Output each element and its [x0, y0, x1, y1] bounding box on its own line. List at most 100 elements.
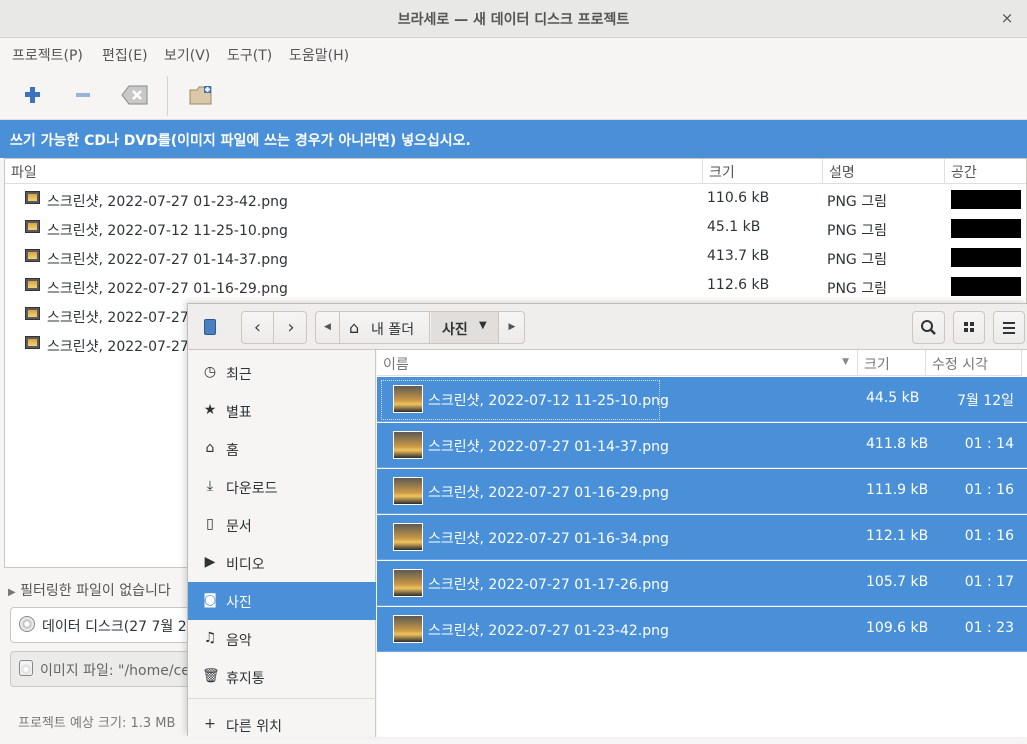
sidebar-item-pictures[interactable]: ◙ 사진	[188, 582, 376, 620]
video-icon: ▶	[204, 554, 216, 570]
menu-project[interactable]: 프로젝트(P)	[12, 45, 83, 65]
disc-selector[interactable]: 데이터 디스크(27 7월 2	[10, 607, 200, 643]
chevron-down-icon: ▼	[479, 320, 487, 331]
filter-label: 필터링한 파일이 없습니다	[20, 583, 171, 599]
title-bar[interactable]: 브라세로 — 새 데이터 디스크 프로젝트 ×	[0, 0, 1027, 38]
image-thumbnail	[393, 615, 423, 643]
home-icon: ⌂	[205, 440, 215, 456]
path-scroll-left-button[interactable]: ◀	[316, 312, 340, 343]
clear-project-button[interactable]	[118, 81, 148, 109]
image-file-label: 이미지 파일: "/home/ce	[40, 663, 190, 679]
estimated-size: 프로젝트 예상 크기: 1.3 MB	[18, 716, 176, 731]
new-folder-button[interactable]	[186, 81, 216, 109]
column-space[interactable]: 공간	[945, 159, 1026, 184]
chooser-file-list[interactable]: 이름 ▼ 크기 수정 시각 스크린샷, 2022-07-12 11-25-10.…	[377, 350, 1027, 737]
sidebar-item-videos[interactable]: ▶ 비디오	[188, 544, 376, 582]
sort-down-icon: ▼	[842, 357, 849, 367]
sidebar-item-starred[interactable]: ★ 별표	[188, 392, 376, 430]
file-chooser-dialog: ‹ › ◀ ⌂ 내 폴더 사진 ▼ ▶ ◷ 최근 ★ 별표 ⌂ 홈 ⤓ 다운로드…	[187, 303, 1027, 737]
plus-icon: +	[204, 716, 216, 732]
image-file-selector[interactable]: 이미지 파일: "/home/ce	[10, 651, 200, 687]
search-button[interactable]	[912, 311, 945, 344]
folder-icon	[189, 86, 212, 105]
table-row[interactable]: 스크린샷, 2022-07-12 11-25-10.png 45.1 kB PN…	[5, 215, 1026, 244]
places-sidebar: ◷ 최근 ★ 별표 ⌂ 홈 ⤓ 다운로드 ▯ 문서 ▶ 비디오 ◙ 사진 ♫ 음…	[188, 350, 376, 737]
download-icon: ⤓	[206, 478, 214, 494]
toolbar	[0, 70, 1027, 120]
list-item[interactable]: 스크린샷, 2022-07-27 01-23-42.png 109.6 kB 0…	[377, 607, 1027, 652]
sidebar-item-trash[interactable]: 🗑 휴지통	[188, 658, 376, 696]
path-bar: ◀ ⌂ 내 폴더 사진 ▼ ▶	[315, 311, 525, 344]
image-thumbnail	[393, 477, 423, 505]
window-title: 브라세로 — 새 데이터 디스크 프로젝트	[397, 12, 630, 28]
drive-icon	[204, 319, 216, 335]
table-row[interactable]: 스크린샷, 2022-07-27 01-23-42.png 110.6 kB P…	[5, 186, 1026, 215]
plus-icon	[25, 87, 40, 103]
menu-help[interactable]: 도움말(H)	[289, 45, 349, 65]
filter-expander[interactable]: ▶ 필터링한 파일이 없습니다	[8, 580, 171, 600]
space-bar	[951, 248, 1021, 267]
column-modified[interactable]: 수정 시각	[926, 350, 1022, 376]
star-icon: ★	[203, 402, 217, 418]
menu-edit[interactable]: 편집(E)	[102, 45, 148, 65]
sidebar-item-home[interactable]: ⌂ 홈	[188, 430, 376, 468]
remove-files-button[interactable]	[68, 81, 98, 109]
column-size[interactable]: 크기	[703, 159, 823, 184]
menu-button[interactable]	[993, 311, 1025, 344]
brasero-window: 브라세로 — 새 데이터 디스크 프로젝트 × 프로젝트(P) 편집(E) 보기…	[0, 0, 1027, 737]
document-icon: ▯	[206, 516, 214, 532]
image-thumbnail	[393, 569, 423, 597]
menu-tools[interactable]: 도구(T)	[227, 45, 272, 65]
space-bar	[951, 190, 1021, 209]
image-file-icon	[25, 307, 40, 320]
recent-icon: ◷	[203, 364, 217, 380]
image-file-small-icon	[19, 660, 33, 676]
search-icon	[921, 320, 936, 335]
sidebar-item-downloads[interactable]: ⤓ 다운로드	[188, 468, 376, 506]
image-file-icon	[25, 249, 40, 262]
close-icon[interactable]: ×	[997, 8, 1017, 28]
column-file[interactable]: 파일	[5, 159, 703, 184]
grid-icon	[964, 322, 974, 332]
image-file-icon	[25, 336, 40, 349]
list-item[interactable]: 스크린샷, 2022-07-12 11-25-10.png 44.5 kB 7월…	[377, 377, 1027, 422]
space-bar	[951, 219, 1021, 238]
insert-disc-infobar: 쓰기 가능한 CD나 DVD를(이미지 파일에 쓰는 경우가 아니라면) 넣으십…	[0, 120, 1027, 158]
image-file-icon	[25, 191, 40, 204]
menu-bar: 프로젝트(P) 편집(E) 보기(V) 도구(T) 도움말(H)	[0, 38, 1027, 70]
image-file-icon	[25, 220, 40, 233]
table-row[interactable]: 스크린샷, 2022-07-27 01-14-37.png 413.7 kB P…	[5, 244, 1026, 273]
back-button[interactable]: ‹	[242, 312, 274, 343]
sidebar-item-documents[interactable]: ▯ 문서	[188, 506, 376, 544]
path-current-button[interactable]: 사진 ▼	[431, 312, 499, 343]
disc-label: 데이터 디스크(27 7월 2	[42, 619, 187, 635]
add-files-button[interactable]	[18, 81, 48, 109]
menu-view[interactable]: 보기(V)	[164, 45, 210, 65]
image-thumbnail	[393, 523, 423, 551]
list-item[interactable]: 스크린샷, 2022-07-27 01-16-29.png 111.9 kB 0…	[377, 469, 1027, 514]
column-description[interactable]: 설명	[823, 159, 945, 184]
column-size[interactable]: 크기	[858, 350, 926, 376]
music-icon: ♫	[203, 630, 217, 646]
grid-view-button[interactable]	[953, 311, 985, 344]
sidebar-separator	[188, 698, 376, 699]
hamburger-icon	[1003, 322, 1015, 334]
list-item[interactable]: 스크린샷, 2022-07-27 01-14-37.png 411.8 kB 0…	[377, 423, 1027, 468]
forward-button[interactable]: ›	[275, 312, 307, 343]
back-forward-group: ‹ ›	[241, 311, 307, 344]
path-home-button[interactable]: ⌂ 내 폴더	[341, 312, 430, 343]
camera-icon: ◙	[203, 592, 217, 608]
clear-icon	[121, 85, 148, 105]
list-item[interactable]: 스크린샷, 2022-07-27 01-17-26.png 105.7 kB 0…	[377, 561, 1027, 606]
sidebar-item-recent[interactable]: ◷ 최근	[188, 354, 376, 392]
image-file-icon	[25, 278, 40, 291]
sidebar-item-music[interactable]: ♫ 음악	[188, 620, 376, 658]
column-name[interactable]: 이름 ▼	[377, 350, 858, 376]
table-row[interactable]: 스크린샷, 2022-07-27 01-16-29.png 112.6 kB P…	[5, 273, 1026, 302]
list-item[interactable]: 스크린샷, 2022-07-27 01-16-34.png 112.1 kB 0…	[377, 515, 1027, 560]
trash-icon: 🗑	[202, 668, 220, 684]
path-scroll-right-button[interactable]: ▶	[500, 312, 524, 343]
disc-icon	[19, 616, 35, 632]
expander-arrow-icon: ▶	[8, 587, 16, 598]
sidebar-item-other-locations[interactable]: + 다른 위치	[188, 706, 376, 744]
